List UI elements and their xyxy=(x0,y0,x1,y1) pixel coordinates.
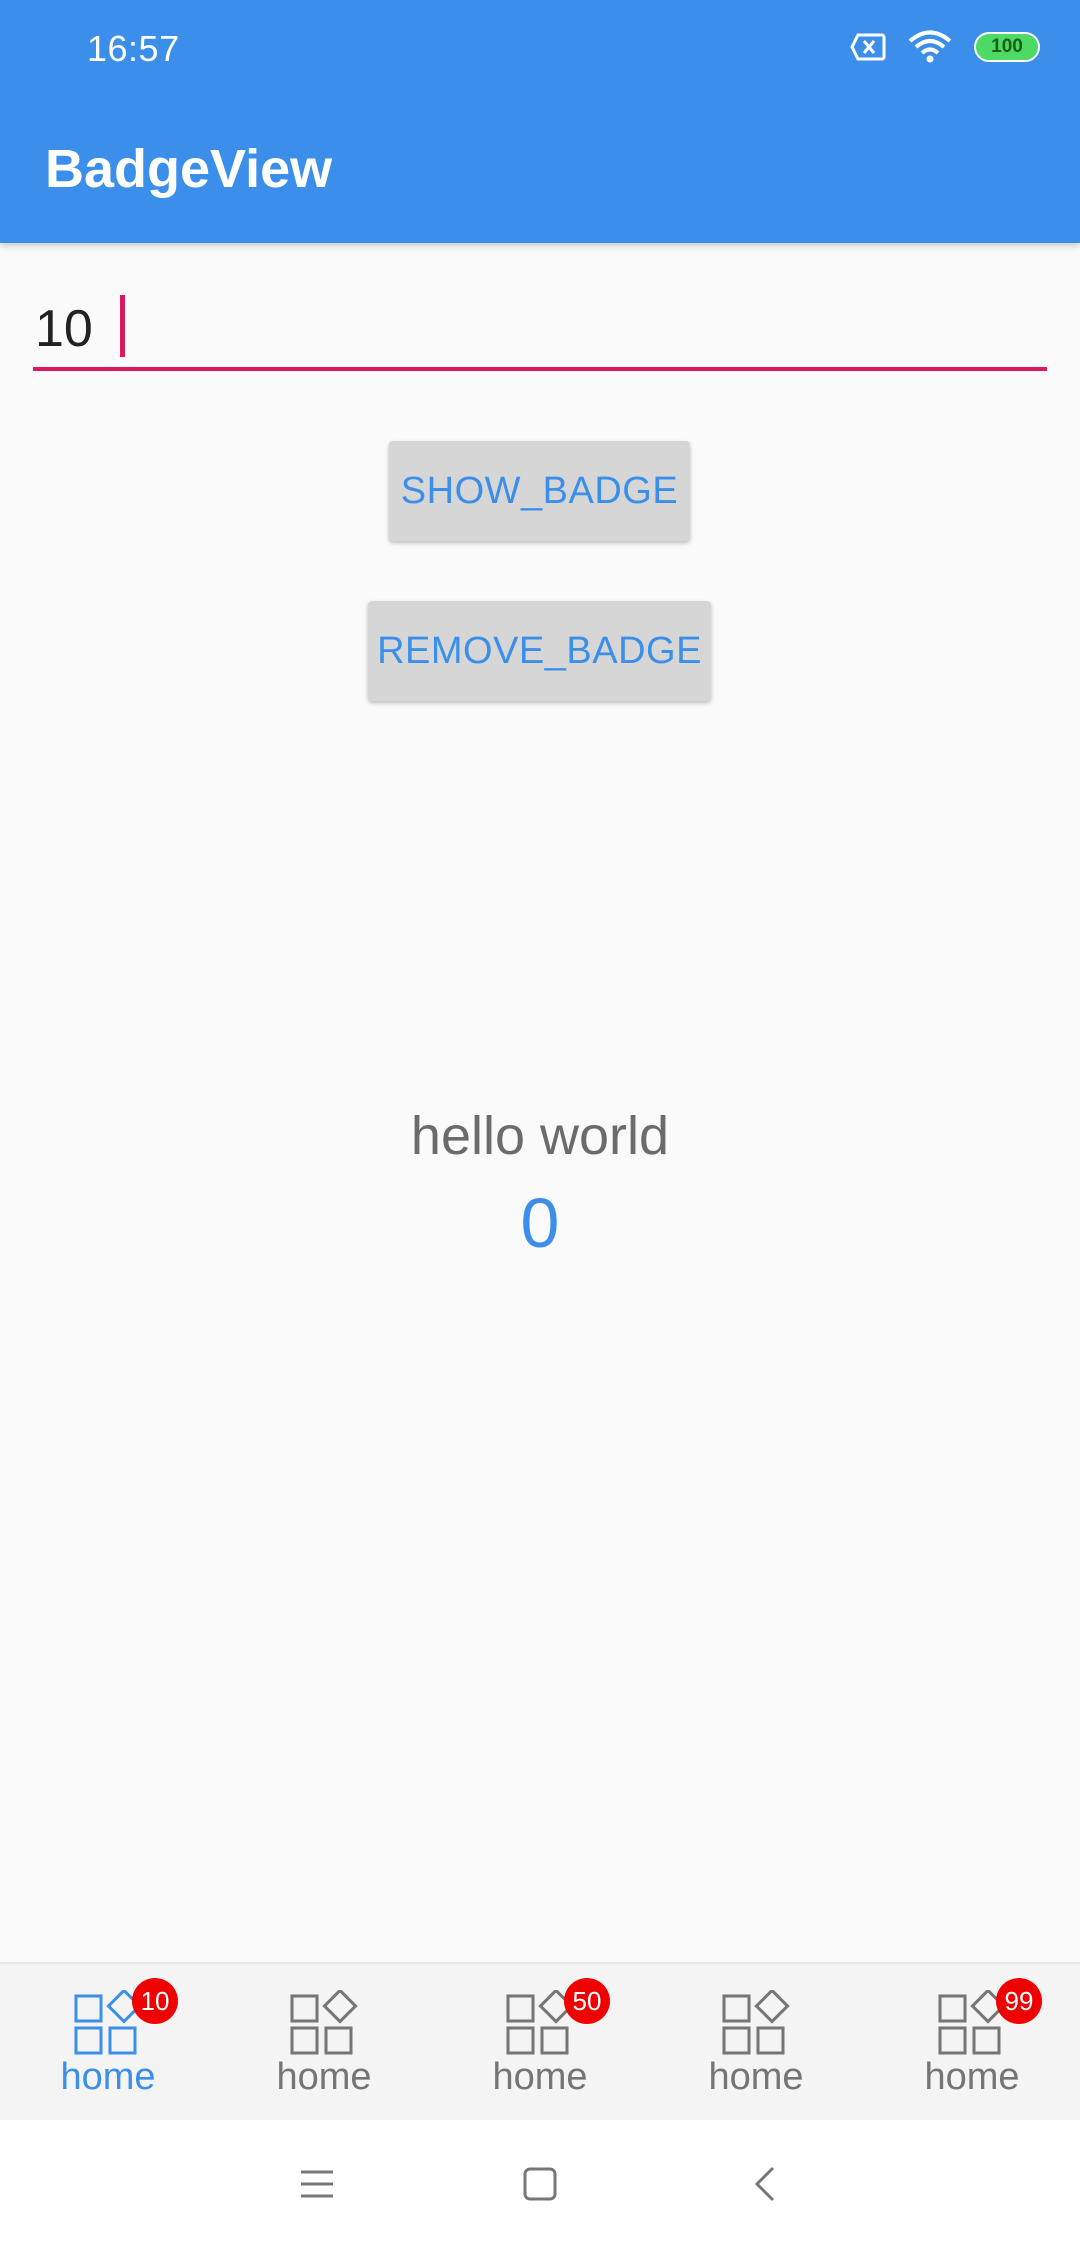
tab-label: home xyxy=(492,2056,588,2098)
tab-badge: 50 xyxy=(564,1978,610,2024)
apps-icon xyxy=(290,1990,358,2055)
show-badge-button[interactable]: SHOW_BADGE xyxy=(389,441,690,541)
bottom-navigation: 10 home home 50 home home 99 home xyxy=(0,1962,1080,2120)
battery-icon: 100 xyxy=(974,32,1040,62)
badge-count-input[interactable]: 10 xyxy=(33,285,1047,371)
tab-home-5[interactable]: 99 home xyxy=(864,1964,1080,2120)
status-time: 16:57 xyxy=(87,28,180,69)
page-title: BadgeView xyxy=(45,139,333,199)
wifi-icon xyxy=(908,30,952,63)
text-cursor xyxy=(120,295,125,357)
back-chevron-icon[interactable] xyxy=(743,2160,791,2208)
tab-label: home xyxy=(708,2056,804,2098)
sim-error-icon xyxy=(850,33,886,61)
tab-label: home xyxy=(924,2056,1020,2098)
home-square-icon[interactable] xyxy=(516,2160,564,2208)
status-icons: 100 xyxy=(850,30,1040,64)
badge-count-value[interactable]: 10 xyxy=(35,299,93,359)
tab-badge: 10 xyxy=(132,1978,178,2024)
tab-badge: 99 xyxy=(996,1978,1042,2024)
hello-text: hello world xyxy=(410,1106,670,1166)
tab-label: home xyxy=(276,2056,372,2098)
apps-icon xyxy=(722,1990,790,2055)
counter-value: 0 xyxy=(520,1184,560,1262)
menu-icon[interactable] xyxy=(293,2160,341,2208)
tab-label: home xyxy=(60,2056,156,2098)
system-navigation-bar xyxy=(0,2120,1080,2248)
tab-home-4[interactable]: home xyxy=(648,1964,864,2120)
remove-badge-button[interactable]: REMOVE_BADGE xyxy=(368,601,711,701)
app-header: 16:57 100 BadgeView xyxy=(0,0,1080,243)
tab-home-2[interactable]: home xyxy=(216,1964,432,2120)
tab-home-3[interactable]: 50 home xyxy=(432,1964,648,2120)
tab-home-1[interactable]: 10 home xyxy=(0,1964,216,2120)
